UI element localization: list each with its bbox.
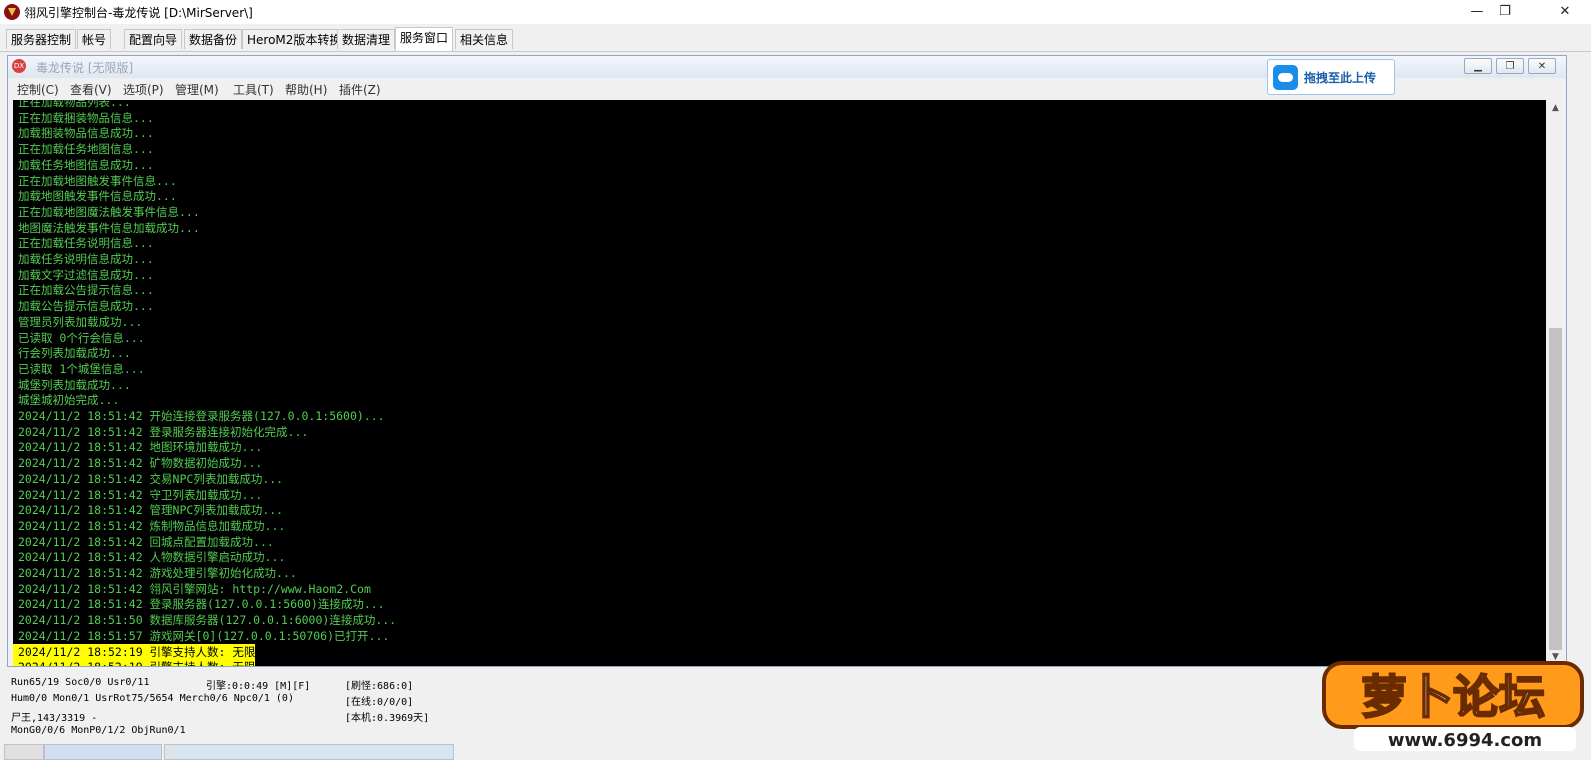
maximize-button[interactable]: ❐ — [1482, 0, 1528, 24]
tab-service-window[interactable]: 服务窗口 — [395, 27, 454, 51]
status-hum: Hum0/0 Mon0/1 UsrRot75/5654 Merch0/6 Npc… — [11, 693, 294, 704]
main-tabs: 服务器控制 帐号 配置向导 数据备份 HeroM2版本转换 数据清理 服务窗口 … — [0, 27, 1591, 52]
log-line: 加载地图触发事件信息成功... — [18, 189, 177, 204]
inner-close-button[interactable]: ✕ — [1528, 58, 1556, 74]
log-line: 2024/11/2 18:51:50 数据库服务器(127.0.0.1:6000… — [18, 613, 397, 628]
log-line-highlighted: 2024/11/2 18:52:19 引擎支持人数: 无限 — [13, 643, 256, 660]
log-line: 2024/11/2 18:51:42 守卫列表加载成功... — [18, 487, 263, 502]
menu-options[interactable]: 选项(P) — [123, 81, 164, 98]
status-run: Run65/19 Soc0/0 Usr0/11 — [11, 677, 150, 688]
log-line: 加载捆装物品信息成功... — [18, 126, 154, 141]
log-line: 正在加载捆装物品信息... — [18, 110, 154, 125]
bottom-tab[interactable] — [164, 744, 454, 760]
close-button[interactable]: ✕ — [1542, 0, 1588, 24]
log-line: 2024/11/2 18:51:42 矿物数据初始成功... — [18, 456, 263, 471]
log-line: 正在加载任务地图信息... — [18, 142, 154, 157]
menu-help[interactable]: 帮助(H) — [285, 81, 327, 98]
log-line: 城堡城初始完成... — [18, 393, 120, 408]
window-title: 翎风引擎控制台-毒龙传说 [D:\MirServer\] — [24, 6, 253, 20]
forum-watermark-logo: 萝卜论坛 www.6994.com — [1322, 661, 1584, 751]
log-line: 2024/11/2 18:51:42 翎风引擎网站: http://www.Ha… — [18, 581, 371, 596]
inner-minimize-button[interactable]: ▁ — [1464, 58, 1492, 74]
inner-restore-button[interactable]: ❐ — [1496, 58, 1524, 74]
status-refresh: [刷怪:686:0] — [345, 681, 414, 692]
log-line: 加载任务地图信息成功... — [18, 157, 154, 172]
log-line: 2024/11/2 18:51:42 开始连接登录服务器(127.0.0.1:5… — [18, 409, 385, 423]
server-window: DX 毒龙传说 [无限版] ▁ ❐ ✕ 拖拽至此上传 控制(C) 查看(V) 选… — [7, 55, 1567, 667]
menu-view[interactable]: 查看(V) — [70, 81, 112, 98]
log-line: 2024/11/2 18:51:42 管理NPC列表加载成功... — [18, 503, 284, 518]
log-line: 正在加载公告提示信息... — [18, 283, 154, 298]
upload-label: 拖拽至此上传 — [1304, 71, 1377, 85]
console-scrollbar[interactable]: ▲ ▼ — [1547, 100, 1564, 666]
scroll-thumb[interactable] — [1549, 328, 1562, 650]
log-line-highlighted: 2024/11/2 18:52:19 引擎支持人数: 无限 — [13, 659, 256, 666]
log-line: 行会列表加载成功... — [18, 346, 131, 361]
tab-account[interactable]: 帐号 — [77, 29, 112, 49]
tab-data-cleanup[interactable]: 数据清理 — [337, 29, 396, 49]
log-line: 正在加载地图触发事件信息... — [18, 173, 177, 188]
console-log[interactable]: 正在加载物品列表... 正在加载捆装物品信息... 加载捆装物品信息成功... 正在加… — [13, 100, 1546, 666]
status-engine-time: 引擎:0:0:49 [M][F] — [206, 681, 311, 692]
tab-herom2-convert[interactable]: HeroM2版本转换 — [242, 29, 347, 49]
log-line: 2024/11/2 18:51:42 游戏处理引擎初始化成功... — [18, 566, 297, 580]
log-line: 2024/11/2 18:51:42 登录服务器(127.0.0.1:5600)… — [18, 597, 385, 612]
menu-manage[interactable]: 管理(M) — [175, 81, 219, 98]
cloud-upload-icon — [1273, 65, 1298, 90]
log-line: 正在加载地图魔法触发事件信息... — [18, 204, 200, 219]
status-monster: 尸王,143/3319 - — [11, 713, 98, 724]
status-mon-gen: MonG0/0/6 MonP0/1/2 ObjRun0/1 — [11, 725, 186, 736]
log-line: 加载文字过滤信息成功... — [18, 267, 154, 282]
log-line: 正在加载物品列表... — [18, 100, 131, 109]
log-line: 加载公告提示信息成功... — [18, 299, 154, 314]
log-line: 地图魔法触发事件信息加载成功... — [18, 220, 200, 235]
menu-plugins[interactable]: 插件(Z) — [339, 81, 381, 98]
log-line: 已读取 0个行会信息... — [18, 330, 145, 345]
status-online: [在线:0/0/0] — [345, 697, 414, 708]
title-bar: 翎风引擎控制台-毒龙传说 [D:\MirServer\] — ❐ ✕ — [0, 0, 1591, 24]
log-line: 2024/11/2 18:51:42 炼制物品信息加载成功... — [18, 518, 286, 533]
log-line: 加载任务说明信息成功... — [18, 252, 154, 266]
log-line: 已读取 1个城堡信息... — [18, 361, 145, 376]
server-window-icon: DX — [12, 59, 26, 73]
bottom-tab[interactable] — [4, 744, 44, 760]
log-line: 2024/11/2 18:51:42 交易NPC列表加载成功... — [18, 471, 284, 486]
app-icon — [4, 4, 20, 20]
log-line: 正在加载任务说明信息... — [18, 236, 154, 251]
log-line: 2024/11/2 18:51:42 地图环境加载成功... — [18, 440, 263, 455]
bottom-tab[interactable] — [44, 744, 162, 760]
menu-control[interactable]: 控制(C) — [17, 81, 59, 98]
menu-tools[interactable]: 工具(T) — [233, 81, 274, 98]
log-line: 2024/11/2 18:51:42 人物数据引擎启动成功... — [18, 550, 286, 565]
log-line: 2024/11/2 18:51:42 回城点配置加载成功... — [18, 534, 274, 549]
server-window-title: 毒龙传说 [无限版] — [36, 61, 134, 75]
status-local: [本机:0.3969天] — [345, 713, 430, 724]
watermark-title: 萝卜论坛 — [1361, 670, 1545, 724]
watermark-url: www.6994.com — [1388, 730, 1542, 751]
tab-server-control[interactable]: 服务器控制 — [6, 29, 77, 49]
tab-data-backup[interactable]: 数据备份 — [184, 29, 243, 49]
scroll-up-icon[interactable]: ▲ — [1547, 100, 1564, 117]
log-line: 管理员列表加载成功... — [18, 314, 143, 329]
tab-config-wizard[interactable]: 配置向导 — [124, 29, 183, 49]
log-line: 2024/11/2 18:51:57 游戏网关[0](127.0.0.1:507… — [18, 628, 390, 643]
tab-related-info[interactable]: 相关信息 — [455, 29, 514, 49]
drag-upload-widget[interactable]: 拖拽至此上传 — [1267, 59, 1395, 95]
log-line: 城堡列表加载成功... — [18, 377, 131, 392]
log-line: 2024/11/2 18:51:42 登录服务器连接初始化完成... — [18, 424, 309, 439]
